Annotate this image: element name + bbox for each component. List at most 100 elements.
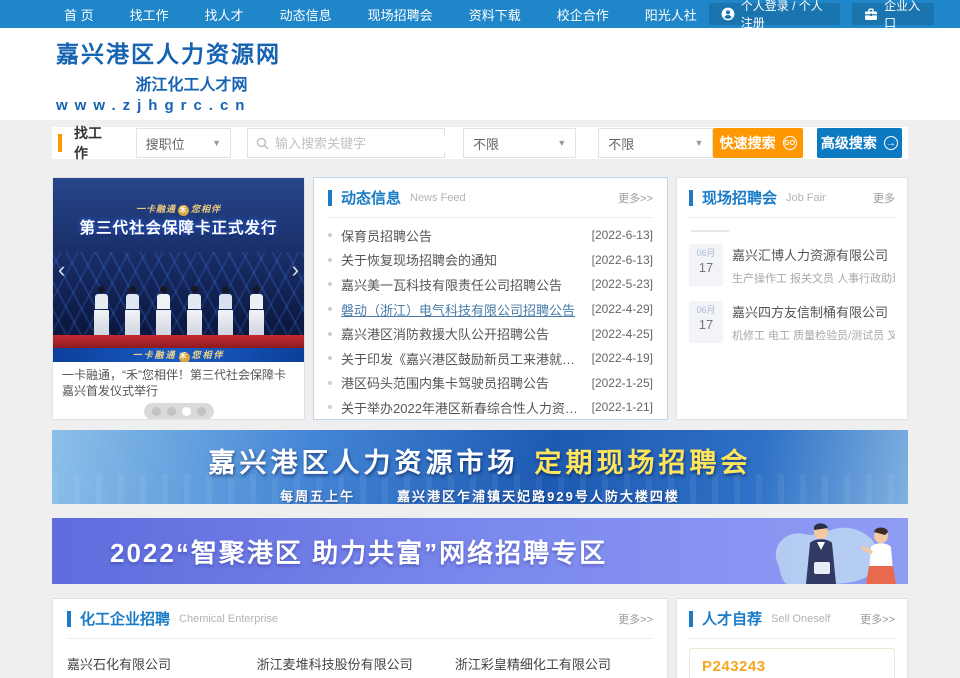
fair-company-name: 嘉兴汇博人力资源有限公司 (732, 245, 895, 264)
chemical-subtitle: Chemical Enterprise (179, 613, 278, 625)
news-list-item[interactable]: 磐动（浙江）电气科技有限公司招聘公告 [2022-4-29] (328, 297, 653, 322)
advanced-search-button[interactable]: 高级搜索 → (817, 128, 902, 158)
news-list-item[interactable]: 嘉兴港区消防救援大队公开招聘公告 [2022-4-25] (328, 321, 653, 346)
enterprise-entry-button[interactable]: 企业入口 (852, 3, 934, 25)
news-list-item[interactable]: 关于举办2022年港区新春综合性人力资源暨春风... [2022-1-21] (328, 395, 653, 420)
news-item-title: 港区码头范围内集卡驾驶员招聘公告 (341, 373, 582, 392)
blue-accent-bar (67, 611, 71, 627)
company-entry[interactable]: 浙江彩皇精细化工有限公司 普工（制造科） 营业担当 (455, 654, 653, 678)
talent-header: 人才自荐 Sell Oneself 更多>> (689, 599, 895, 639)
chemical-enterprise-panel: 化工企业招聘 Chemical Enterprise 更多>> 嘉兴石化有限公司… (52, 598, 668, 678)
news-list-item[interactable]: 嘉兴美一瓦科技有限责任公司招聘公告 [2022-5-23] (328, 272, 653, 297)
filter1-select[interactable]: 不限 ▼ (463, 128, 576, 158)
keyword-input-wrap (247, 128, 445, 158)
nav-link[interactable]: 首 页 (64, 5, 94, 24)
nav-link[interactable]: 找人才 (205, 5, 244, 24)
bullet-dot-icon (328, 258, 332, 262)
company-name: 浙江麦堆科技股份有限公司 (257, 654, 455, 673)
nav-link[interactable]: 动态信息 (280, 5, 332, 24)
chemical-more-link[interactable]: 更多>> (618, 611, 653, 627)
grain-badge-icon: 禾 (178, 205, 189, 216)
quick-search-button[interactable]: 快速搜索 GO (713, 128, 802, 158)
fair-job-titles: 生产操作工 报关文员 人事行政助理... (732, 270, 895, 286)
banner2-title: 2022“智聚港区 助力共富”网络招聘专区 (52, 533, 607, 570)
carousel-prev-icon[interactable]: ‹ (58, 259, 65, 281)
job-search-bar: 找工作 搜职位 ▼ 不限 ▼ 不限 ▼ 快速搜索 GO 高级搜索 → (52, 127, 908, 159)
talent-subtitle: Sell Oneself (771, 613, 830, 625)
enterprise-entry-label: 企业入口 (884, 0, 922, 31)
news-feed-header: 动态信息 News Feed 更多>> (328, 178, 653, 218)
job-fair-item[interactable]: 06月 17 嘉兴四方友信制桶有限公司 机修工 电工 质量检验员/测试员 叉车.… (689, 301, 895, 343)
carousel-dot[interactable] (197, 407, 206, 416)
news-item-date: [2022-6-13] (592, 228, 653, 242)
filter2-value: 不限 (608, 134, 634, 153)
news-carousel: 一卡融通禾您相伴 第三代社会保障卡正式发行 一卡融通禾您相伴 ‹ › 一卡融通，… (52, 177, 305, 420)
site-logo[interactable]: 嘉兴港区人力资源网 浙江化工人才网 www.zjhgrc.cn (56, 35, 281, 114)
news-feed-subtitle: News Feed (410, 192, 466, 204)
bullet-dot-icon (328, 356, 332, 360)
carousel-caption[interactable]: 一卡融通，“禾”您相伴！第三代社会保障卡嘉兴首发仪式举行 (53, 362, 304, 399)
company-entry[interactable]: 浙江麦堆科技股份有限公司 销售专员 会计 土建主管 (257, 654, 455, 678)
go-circle-icon: GO (783, 136, 797, 150)
filter2-select[interactable]: 不限 ▼ (598, 128, 713, 158)
nav-link[interactable]: 校企合作 (557, 5, 609, 24)
site-header: 嘉兴港区人力资源网 浙江化工人才网 www.zjhgrc.cn (0, 28, 960, 120)
search-icon (256, 137, 269, 150)
job-fair-panel: 现场招聘会 Job Fair 更多 06月 17 嘉兴汇博人力资源有限公司 生产… (676, 177, 908, 420)
news-list: 保育员招聘公告 [2022-6-13] 关于恢复现场招聘会的通知 [2022-6… (328, 218, 653, 420)
blue-accent-bar (689, 611, 693, 627)
carousel-dot[interactable] (167, 407, 176, 416)
company-entry[interactable]: 嘉兴石化有限公司 工艺员 设备管理 警卫（残疾工） (67, 654, 257, 678)
news-item-date: [2022-1-25] (592, 376, 653, 390)
fair-date-month: 06月 (689, 303, 723, 316)
filter1-value: 不限 (473, 134, 499, 153)
site-title: 嘉兴港区人力资源网 (56, 35, 281, 69)
site-subtitle: 浙江化工人才网 (56, 71, 281, 95)
search-section-label: 找工作 (74, 123, 116, 163)
news-list-item[interactable]: 关于恢复现场招聘会的通知 [2022-6-13] (328, 248, 653, 273)
carousel-dot[interactable] (182, 407, 191, 416)
advanced-search-label: 高级搜索 (821, 133, 877, 153)
briefcase-icon (864, 8, 878, 21)
carousel-next-icon[interactable]: › (292, 259, 299, 281)
news-list-item[interactable]: 关于印发《嘉兴港区鼓励新员工来港就业补助操作... [2022-4-19] (328, 346, 653, 371)
search-category-select[interactable]: 搜职位 ▼ (136, 128, 231, 158)
personal-login-label: 个人登录 / 个人注册 (741, 0, 828, 31)
stage-people-decor (53, 286, 304, 336)
news-item-title: 嘉兴港区消防救援大队公开招聘公告 (341, 324, 582, 343)
job-fair-subtitle: Job Fair (786, 192, 826, 204)
nav-link[interactable]: 阳光人社 (645, 5, 697, 24)
carousel-slide[interactable]: 一卡融通禾您相伴 第三代社会保障卡正式发行 一卡融通禾您相伴 ‹ › (53, 178, 304, 362)
news-more-link[interactable]: 更多>> (618, 190, 653, 206)
job-fair-more-link[interactable]: 更多 (873, 190, 895, 206)
nav-link[interactable]: 现场招聘会 (368, 5, 433, 24)
news-item-date: [2022-5-23] (592, 277, 653, 291)
job-fair-item[interactable]: 06月 17 嘉兴汇博人力资源有限公司 生产操作工 报关文员 人事行政助理... (689, 244, 895, 286)
news-list-item[interactable]: 港区码头范围内集卡驾驶员招聘公告 [2022-1-25] (328, 371, 653, 396)
recruitment-market-banner[interactable]: 嘉兴港区人力资源市场定期现场招聘会 每周五上午嘉兴港区乍浦镇天妃路929号人防大… (52, 430, 908, 504)
search-category-value: 搜职位 (146, 134, 185, 153)
news-list-item[interactable]: 保育员招聘公告 [2022-6-13] (328, 223, 653, 248)
talent-more-link[interactable]: 更多>> (860, 611, 895, 627)
news-feed-panel: 动态信息 News Feed 更多>> 保育员招聘公告 [2022-6-13] … (313, 177, 668, 420)
fair-company-name: 嘉兴四方友信制桶有限公司 (732, 302, 895, 321)
bullet-dot-icon (328, 405, 332, 409)
banner1-title-white: 嘉兴港区人力资源市场 (209, 448, 519, 478)
carousel-dot[interactable] (152, 407, 161, 416)
grain-badge-icon: 禾 (179, 352, 190, 363)
fair-item-body: 嘉兴汇博人力资源有限公司 生产操作工 报关文员 人事行政助理... (732, 244, 895, 286)
slide-title: 第三代社会保障卡正式发行 (53, 216, 304, 238)
nav-link[interactable]: 找工作 (130, 5, 169, 24)
orange-accent-bar (58, 134, 62, 152)
personal-login-button[interactable]: 个人登录 / 个人注册 (709, 3, 840, 25)
bullet-dot-icon (328, 282, 332, 286)
keyword-input[interactable] (275, 136, 451, 151)
talent-card[interactable]: P243243 男 ｜ 嘉兴市→嘉兴港区 ｜ 八年以上 (689, 648, 895, 678)
online-recruitment-banner[interactable]: 2022“智聚港区 助力共富”网络招聘专区 (52, 518, 908, 584)
slide-tagline: 一卡融通禾您相伴 (53, 202, 304, 216)
blue-accent-bar (328, 190, 332, 206)
job-fair-header: 现场招聘会 Job Fair 更多 (689, 178, 895, 218)
nav-link[interactable]: 资料下载 (469, 5, 521, 24)
news-item-date: [2022-4-29] (592, 302, 653, 316)
bullet-dot-icon (328, 307, 332, 311)
